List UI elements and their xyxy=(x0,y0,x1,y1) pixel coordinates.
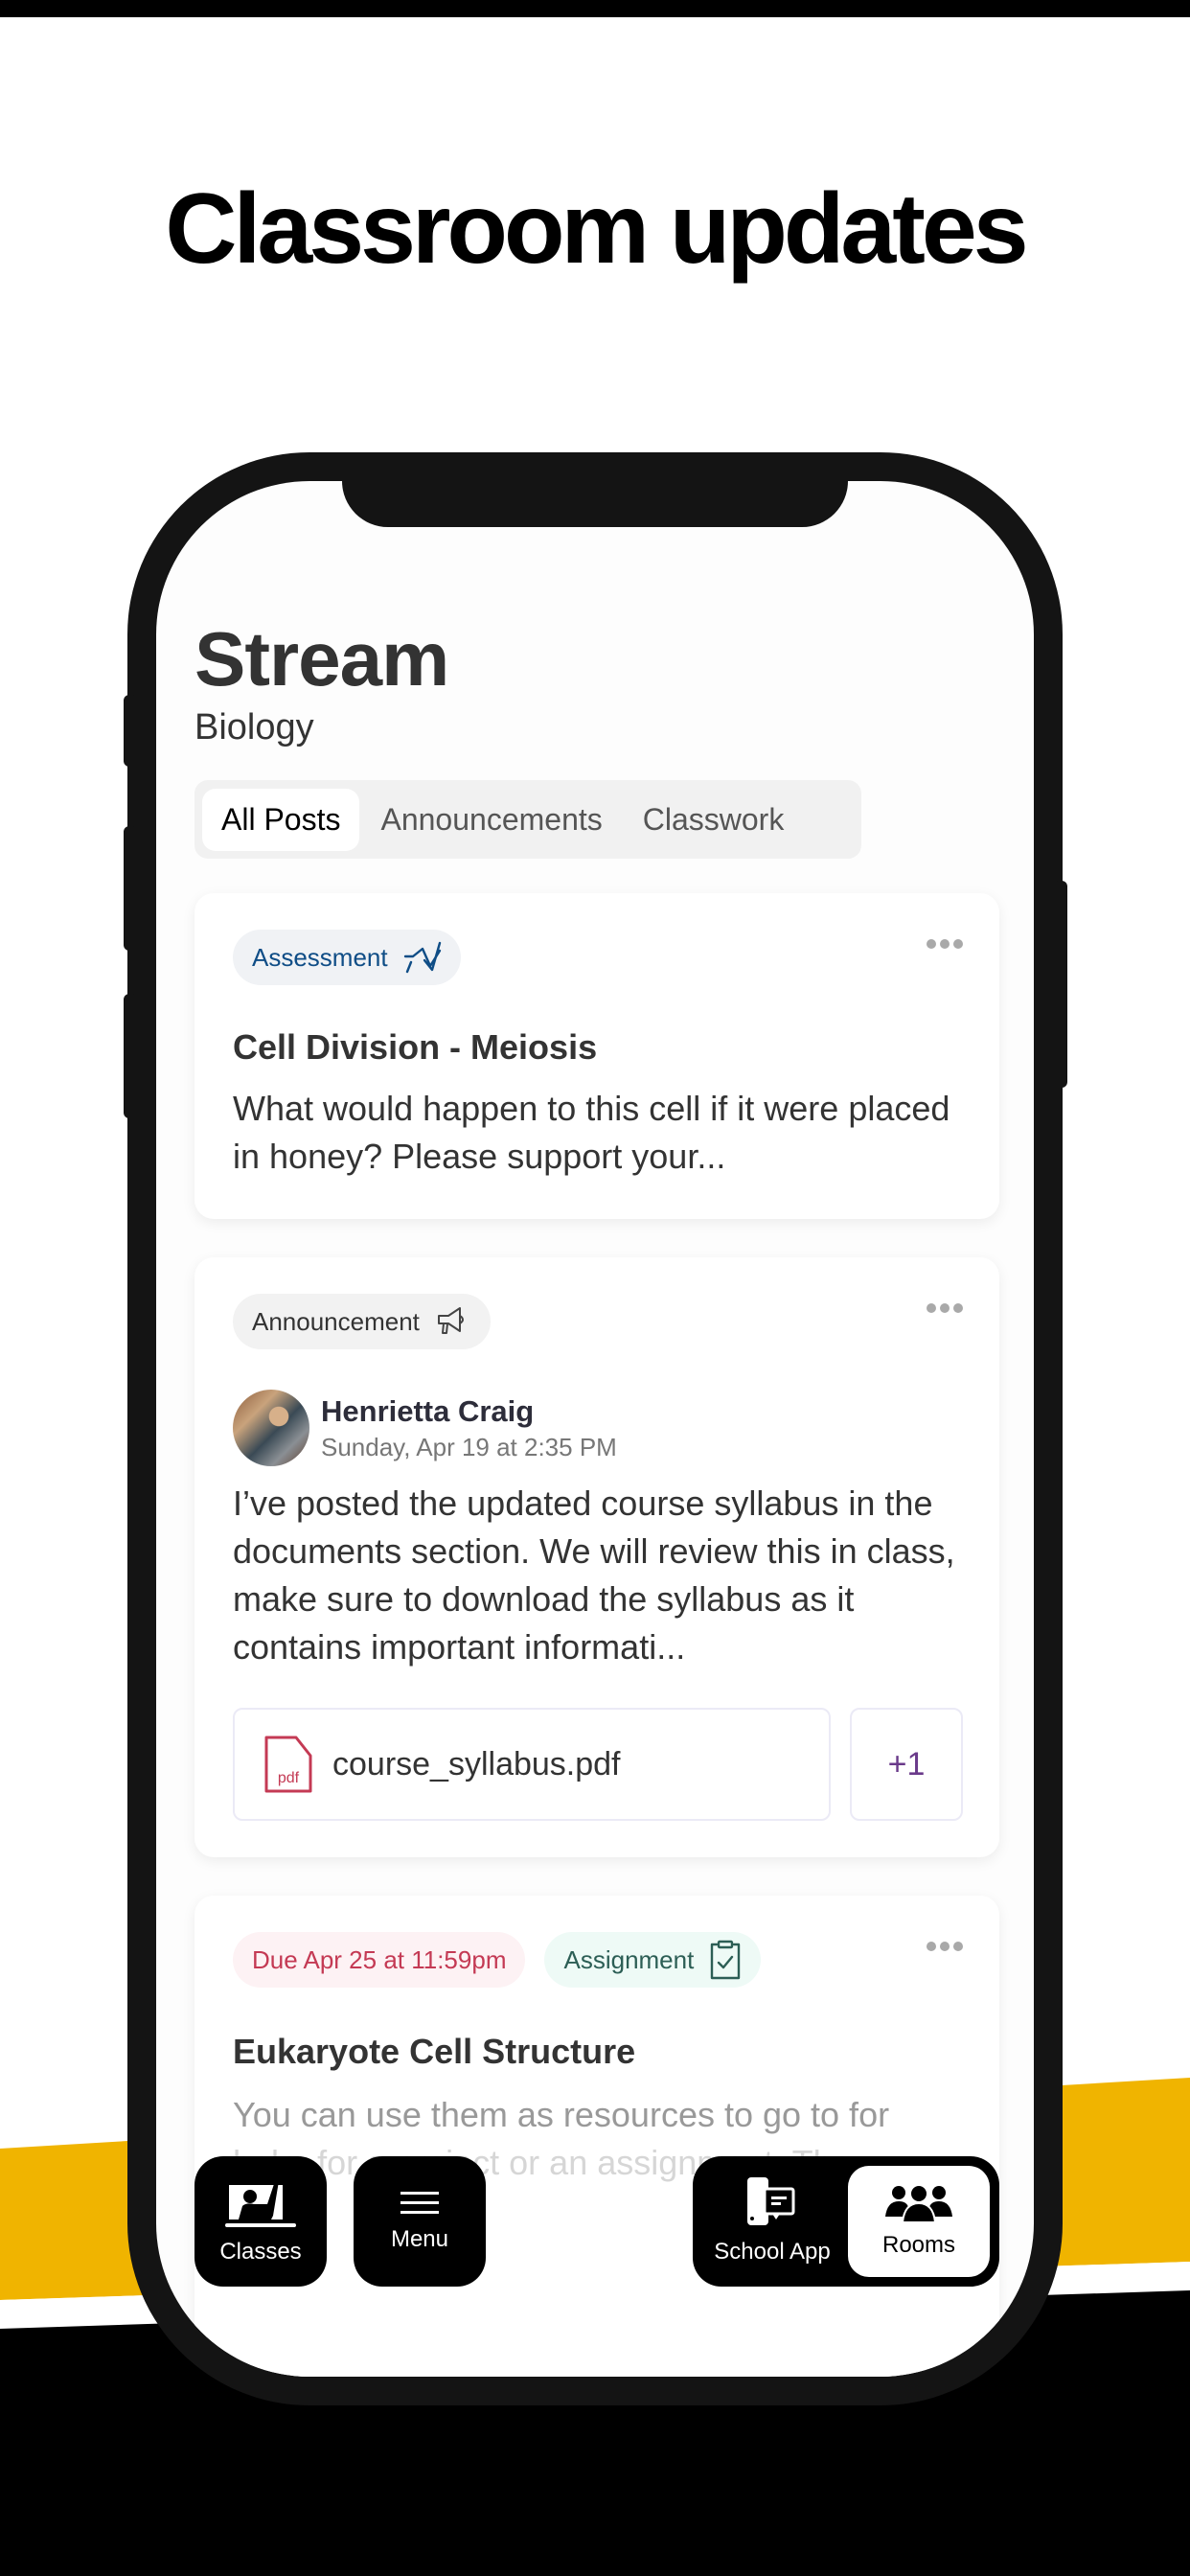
due-date: Due Apr 25 at 11:59pm xyxy=(252,1944,507,1974)
badge-label: Announcement xyxy=(252,1306,420,1336)
post-title: Eukaryote Cell Structure xyxy=(233,2032,636,2071)
post-card-assessment[interactable]: Assessment Cell Division - Meiosis What … xyxy=(195,893,999,1219)
more-options-button[interactable] xyxy=(927,1942,963,1951)
app-screen: Stream Biology All Posts Announcements C… xyxy=(156,481,1034,2377)
attachment-file[interactable]: pdf course_syllabus.pdf xyxy=(233,1708,831,1821)
hamburger-menu-icon xyxy=(400,2192,439,2214)
headline: Classroom updates xyxy=(165,173,1028,285)
post-author: Henrietta Craig Sunday, Apr 19 at 2:35 P… xyxy=(233,1390,617,1466)
filter-tabs: All Posts Announcements Classwork xyxy=(195,780,861,859)
megaphone-icon xyxy=(437,1307,464,1334)
due-date-badge: Due Apr 25 at 11:59pm xyxy=(233,1932,526,1988)
post-card-announcement[interactable]: Announcement Henrietta Craig Sunday, Apr… xyxy=(195,1257,999,1857)
nav-segment-group: School App Rooms xyxy=(693,2156,999,2287)
announcement-badge: Announcement xyxy=(233,1294,491,1349)
badge-label: Assessment xyxy=(252,942,388,972)
author-avatar[interactable] xyxy=(233,1390,309,1466)
badge-label: Assignment xyxy=(563,1944,695,1974)
more-options-button[interactable] xyxy=(927,939,963,949)
side-button-volume-up xyxy=(124,826,137,951)
post-date: Sunday, Apr 19 at 2:35 PM xyxy=(321,1432,617,1461)
nav-rooms-label: Rooms xyxy=(881,2232,956,2258)
post-card-assignment[interactable]: Due Apr 25 at 11:59pm Assignment Eukaryo… xyxy=(195,1896,999,2377)
rooms-people-icon xyxy=(885,2184,952,2222)
page-title: Stream xyxy=(195,616,449,702)
class-name: Biology xyxy=(195,707,314,748)
tab-all-posts[interactable]: All Posts xyxy=(202,788,360,851)
top-status-strip xyxy=(0,0,1190,17)
assignment-badge: Assignment xyxy=(544,1932,762,1988)
more-attachments-button[interactable]: +1 xyxy=(850,1708,963,1821)
tab-classwork[interactable]: Classwork xyxy=(624,789,804,851)
post-title: Cell Division - Meiosis xyxy=(233,1027,598,1067)
pdf-label: pdf xyxy=(278,1770,300,1786)
assessment-badge: Assessment xyxy=(233,930,461,985)
school-app-icon xyxy=(747,2177,795,2225)
pdf-file-icon: pdf xyxy=(264,1736,312,1793)
nav-menu-label: Menu xyxy=(390,2226,449,2252)
clipboard-check-icon xyxy=(711,1940,741,1980)
nav-classes-label: Classes xyxy=(219,2239,302,2265)
more-attachments-count: +1 xyxy=(887,1745,926,1782)
nav-school-app-button[interactable]: School App xyxy=(700,2156,844,2287)
side-button-mute xyxy=(124,695,137,767)
post-body: What would happen to this cell if it wer… xyxy=(233,1089,950,1176)
nav-classes-button[interactable]: Classes xyxy=(195,2156,327,2287)
nav-school-app-label: School App xyxy=(714,2239,831,2265)
assessment-chart-icon xyxy=(403,941,441,974)
author-name: Henrietta Craig xyxy=(321,1393,535,1428)
nav-rooms-button[interactable]: Rooms xyxy=(848,2166,990,2277)
side-button-volume-down xyxy=(124,994,137,1118)
tab-announcements[interactable]: Announcements xyxy=(361,789,621,851)
phone-notch xyxy=(342,481,848,527)
side-button-power xyxy=(1054,881,1067,1088)
classes-icon xyxy=(225,2181,296,2227)
post-body-line-1: You can use them as resources to go to f… xyxy=(233,2095,890,2134)
attachment-name: course_syllabus.pdf xyxy=(332,1745,621,1782)
more-options-button[interactable] xyxy=(927,1303,963,1313)
post-body: I’ve posted the updated course syllabus … xyxy=(233,1484,955,1667)
nav-menu-button[interactable]: Menu xyxy=(354,2156,486,2287)
